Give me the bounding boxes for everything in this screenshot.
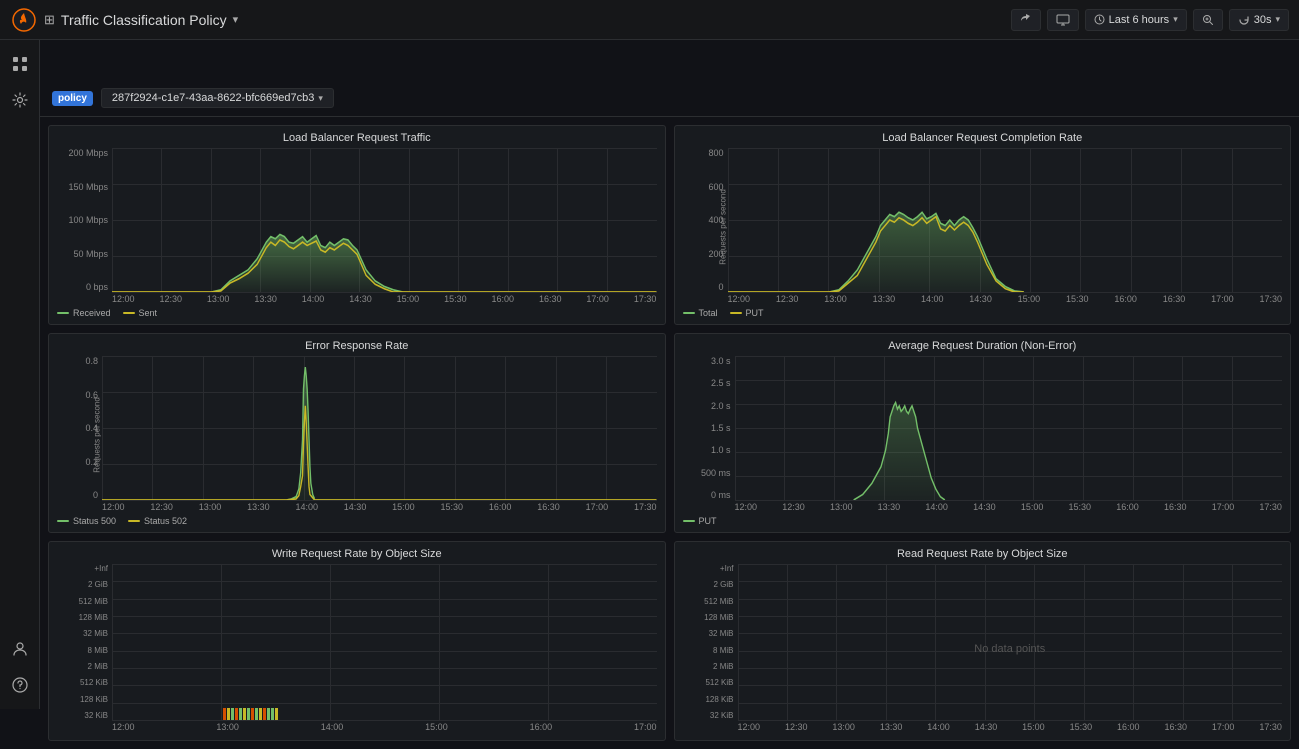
chart-svg xyxy=(102,356,657,500)
grid-lines xyxy=(738,564,1283,720)
monitor-button[interactable] xyxy=(1047,9,1079,31)
chart-title: Write Request Rate by Object Size xyxy=(57,548,657,560)
x-axis: 12:0013:0014:0015:0016:0017:00 xyxy=(112,720,657,734)
chart-area: 12:0012:3013:0013:3014:0014:3015:0015:30… xyxy=(112,148,657,306)
sidebar xyxy=(0,40,40,709)
chart-read-request: Read Request Rate by Object Size +Inf2 G… xyxy=(674,541,1292,741)
zoom-button[interactable] xyxy=(1193,9,1223,31)
refresh-interval-label: 30s xyxy=(1254,14,1272,26)
sidebar-settings[interactable] xyxy=(4,84,36,116)
x-axis: 12:0012:3013:0013:3014:0014:3015:0015:30… xyxy=(738,720,1283,734)
header: ⊞ Traffic Classification Policy ▾ Last 6… xyxy=(0,0,1299,40)
title-dropdown-icon[interactable]: ▾ xyxy=(233,13,239,26)
grid-icon: ⊞ xyxy=(44,12,55,28)
share-button[interactable] xyxy=(1011,9,1041,31)
legend-total: Total xyxy=(683,308,718,318)
sidebar-help[interactable] xyxy=(4,669,36,701)
chart-title: Read Request Rate by Object Size xyxy=(683,548,1283,560)
filter-value-selector[interactable]: 287f2924-c1e7-43aa-8622-bfc669ed7cb3 ▾ xyxy=(101,88,334,108)
filter-value-dropdown: ▾ xyxy=(318,93,323,104)
x-axis: 12:0012:3013:0013:3014:0014:3015:0015:30… xyxy=(102,500,657,514)
chart-body: 3.0 s2.5 s2.0 s1.5 s1.0 s500 ms0 ms xyxy=(683,356,1283,514)
heatmap-bars xyxy=(221,564,330,720)
chart-avg-duration: Average Request Duration (Non-Error) 3.0… xyxy=(674,333,1292,533)
x-axis: 12:0012:3013:0013:3014:0014:3015:0015:30… xyxy=(728,292,1283,306)
time-range-label: Last 6 hours xyxy=(1109,14,1170,26)
legend-status502: Status 502 xyxy=(128,516,187,526)
filter-value-text: 287f2924-c1e7-43aa-8622-bfc669ed7cb3 xyxy=(112,92,314,104)
time-range-dropdown: ▾ xyxy=(1173,14,1178,25)
legend: Total PUT xyxy=(683,306,1283,318)
refresh-dropdown: ▾ xyxy=(1275,14,1280,25)
no-data-label: No data points xyxy=(974,643,1045,655)
y-axis: 200 Mbps150 Mbps100 Mbps50 Mbps0 bps xyxy=(57,148,112,306)
chart-load-balancer-traffic: Load Balancer Request Traffic 200 Mbps15… xyxy=(48,125,666,325)
time-range-button[interactable]: Last 6 hours ▾ xyxy=(1085,9,1187,31)
legend-received: Received xyxy=(57,308,111,318)
sidebar-home[interactable] xyxy=(4,48,36,80)
charts-grid: Load Balancer Request Traffic 200 Mbps15… xyxy=(40,117,1299,749)
filter-bar: policy 287f2924-c1e7-43aa-8622-bfc669ed7… xyxy=(40,80,1299,117)
chart-title: Average Request Duration (Non-Error) xyxy=(683,340,1283,352)
title-area: ⊞ Traffic Classification Policy ▾ xyxy=(44,12,238,28)
chart-area: 12:0012:3013:0013:3014:0014:3015:0015:30… xyxy=(728,148,1283,306)
legend-status500: Status 500 xyxy=(57,516,116,526)
chart-write-request: Write Request Rate by Object Size +Inf2 … xyxy=(48,541,666,741)
chart-body: 8006004002000 Requests per second xyxy=(683,148,1283,306)
chart-error-response: Error Response Rate 0.80.60.40.20 Reques… xyxy=(48,333,666,533)
legend-sent: Sent xyxy=(123,308,158,318)
refresh-button[interactable]: 30s ▾ xyxy=(1229,9,1289,31)
legend: PUT xyxy=(683,514,1283,526)
x-axis: 12:0012:3013:0013:3014:0014:3015:0015:30… xyxy=(112,292,657,306)
chart-svg xyxy=(735,356,1283,500)
legend-put: PUT xyxy=(683,516,717,526)
chart-area: 12:0012:3013:0013:3014:0014:3015:0015:30… xyxy=(102,356,657,514)
chart-completion-rate: Load Balancer Request Completion Rate 80… xyxy=(674,125,1292,325)
legend: Received Sent xyxy=(57,306,657,318)
legend-put: PUT xyxy=(730,308,764,318)
sidebar-user[interactable] xyxy=(4,633,36,665)
page-title: Traffic Classification Policy xyxy=(61,12,227,28)
chart-title: Error Response Rate xyxy=(57,340,657,352)
chart-body: 200 Mbps150 Mbps100 Mbps50 Mbps0 bps xyxy=(57,148,657,306)
chart-area: 12:0012:3013:0013:3014:0014:3015:0015:30… xyxy=(735,356,1283,514)
app-logo xyxy=(10,6,38,34)
x-axis: 12:0012:3013:0013:3014:0014:3015:0015:30… xyxy=(735,500,1283,514)
chart-title: Load Balancer Request Traffic xyxy=(57,132,657,144)
chart-svg xyxy=(112,148,657,292)
main-content: policy 287f2924-c1e7-43aa-8622-bfc669ed7… xyxy=(40,80,1299,749)
heatmap-container xyxy=(112,564,657,720)
legend: Status 500 Status 502 xyxy=(57,514,657,526)
chart-title: Load Balancer Request Completion Rate xyxy=(683,132,1283,144)
chart-svg xyxy=(728,148,1283,292)
y-axis: 3.0 s2.5 s2.0 s1.5 s1.0 s500 ms0 ms xyxy=(683,356,735,514)
header-actions: Last 6 hours ▾ 30s ▾ xyxy=(1011,9,1289,31)
chart-body: 0.80.60.40.20 Requests per second xyxy=(57,356,657,514)
filter-type-badge: policy xyxy=(52,91,93,106)
